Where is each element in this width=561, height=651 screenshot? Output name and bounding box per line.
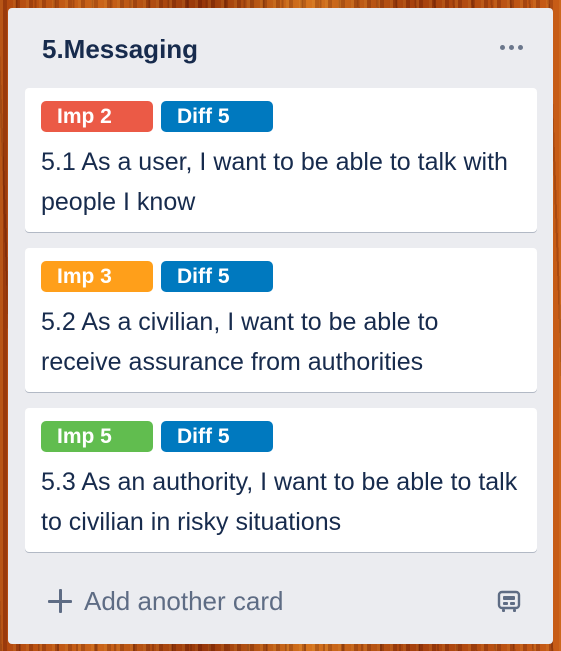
card[interactable]: Imp 2 Diff 5 5.1 As a user, I want to be…: [25, 88, 537, 232]
card-title: 5.1 As a user, I want to be able to talk…: [41, 148, 508, 216]
list-title[interactable]: 5.Messaging: [42, 34, 198, 65]
card-labels: Imp 2 Diff 5: [41, 101, 273, 132]
label-difficulty[interactable]: Diff 5: [161, 421, 273, 452]
add-card-label: Add another card: [84, 585, 284, 616]
card[interactable]: Imp 3 Diff 5 5.2 As a civilian, I want t…: [25, 248, 537, 392]
card-template-icon: [497, 590, 521, 612]
card-title: 5.3 As an authority, I want to be able t…: [41, 468, 518, 536]
label-difficulty[interactable]: Diff 5: [161, 101, 273, 132]
card-labels: Imp 5 Diff 5: [41, 421, 273, 452]
label-difficulty[interactable]: Diff 5: [161, 261, 273, 292]
list-menu-button[interactable]: [493, 32, 529, 62]
label-importance[interactable]: Imp 5: [41, 421, 153, 452]
card-title: 5.2 As a civilian, I want to be able to …: [41, 308, 439, 376]
add-card-button[interactable]: Add another card: [46, 584, 283, 618]
more-horizontal-icon: [499, 44, 523, 50]
plus-icon: [46, 587, 74, 615]
card-labels: Imp 3 Diff 5: [41, 261, 273, 292]
card[interactable]: Imp 5 Diff 5 5.3 As an authority, I want…: [25, 408, 537, 552]
create-from-template-button[interactable]: [492, 584, 526, 618]
label-importance[interactable]: Imp 3: [41, 261, 153, 292]
label-importance[interactable]: Imp 2: [41, 101, 153, 132]
list-column: 5.Messaging Imp 2 Diff 5 5.1 As a user, …: [8, 8, 553, 644]
